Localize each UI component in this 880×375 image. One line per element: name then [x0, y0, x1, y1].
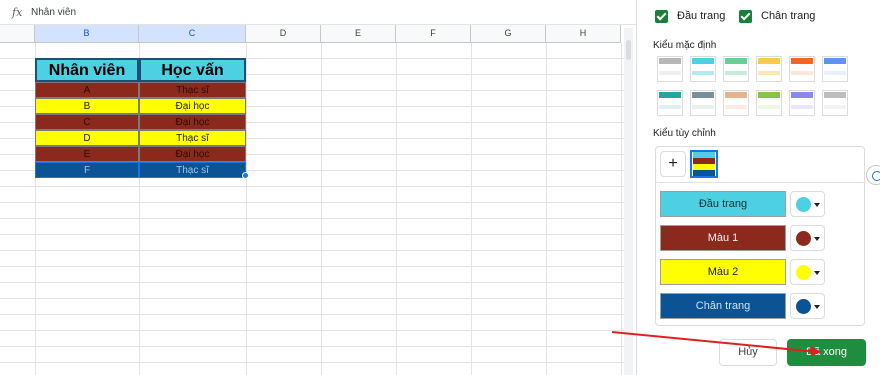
table-cell[interactable]: F	[35, 162, 139, 178]
header-checkbox[interactable]	[655, 10, 668, 23]
table-cell[interactable]: D	[35, 130, 139, 146]
column-header-g[interactable]: G	[471, 25, 546, 43]
chevron-down-icon	[814, 203, 820, 207]
preset-style-purple[interactable]	[789, 90, 815, 116]
color-row-color1: Màu 1	[660, 225, 860, 251]
color1-label: Màu 1	[660, 225, 786, 251]
fx-icon: fx	[12, 6, 23, 19]
preset-style-yellow[interactable]	[756, 56, 782, 82]
custom-style-box: + Đầu trang Màu 1 Màu 2 Chân trang	[655, 146, 865, 326]
color-row-header: Đầu trang	[660, 191, 860, 217]
table-cell[interactable]: Đại học	[139, 114, 246, 130]
footer-color-picker[interactable]	[790, 293, 825, 319]
preset-style-green[interactable]	[723, 56, 749, 82]
table-cell[interactable]: B	[35, 98, 139, 114]
footer-color-swatch	[796, 299, 811, 314]
table-cell[interactable]: Thạc sĩ	[139, 130, 246, 146]
color-row-footer: Chân trang	[660, 293, 860, 319]
chevron-down-icon	[814, 237, 820, 241]
chevron-down-icon	[814, 271, 820, 275]
color2-label: Màu 2	[660, 259, 786, 285]
selection-fill-handle[interactable]	[242, 172, 249, 179]
color2-picker[interactable]	[790, 259, 825, 285]
column-header-h[interactable]: H	[546, 25, 621, 43]
header-color-label: Đầu trang	[660, 191, 786, 217]
footer-checkbox-label: Chân trang	[761, 10, 816, 22]
column-header-d[interactable]: D	[246, 25, 321, 43]
custom-style-thumbnail[interactable]	[690, 150, 718, 178]
grid-vline	[396, 43, 397, 375]
grid-vline	[321, 43, 322, 375]
footer-color-label: Chân trang	[660, 293, 786, 319]
preset-style-cyan[interactable]	[690, 56, 716, 82]
header-cell-education[interactable]: Học vấn	[139, 58, 246, 82]
preset-style-lime[interactable]	[756, 90, 782, 116]
color1-picker[interactable]	[790, 225, 825, 251]
preset-style-teal[interactable]	[657, 90, 683, 116]
add-custom-style-button[interactable]: +	[660, 151, 686, 177]
preset-style-tan[interactable]	[723, 90, 749, 116]
corner-header[interactable]	[0, 25, 35, 43]
formula-bar[interactable]: fx Nhân viên	[0, 0, 636, 25]
chevron-down-icon	[814, 305, 820, 309]
cancel-button[interactable]: Hủy	[719, 339, 777, 366]
formula-value[interactable]: Nhân viên	[31, 7, 76, 18]
alternating-colors-panel: Đầu trang Chân trang Kiểu mặc định Kiểu …	[636, 0, 880, 375]
divider	[656, 182, 864, 183]
column-header-e[interactable]: E	[321, 25, 396, 43]
header-color-picker[interactable]	[790, 191, 825, 217]
scrollbar-thumb[interactable]	[626, 40, 631, 60]
preset-style-gray[interactable]	[657, 56, 683, 82]
header-color-swatch	[796, 197, 811, 212]
table-cell[interactable]: Đại học	[139, 98, 246, 114]
preset-style-orange[interactable]	[789, 56, 815, 82]
preset-style-blue[interactable]	[822, 56, 848, 82]
preset-style-silver[interactable]	[822, 90, 848, 116]
grid-vline	[621, 43, 622, 375]
default-styles-title: Kiểu mặc định	[653, 40, 717, 51]
vertical-scrollbar[interactable]	[624, 28, 633, 375]
preset-style-slate[interactable]	[690, 90, 716, 116]
color-row-color2: Màu 2	[660, 259, 860, 285]
table-cell[interactable]: Thạc sĩ	[139, 82, 246, 98]
side-panel-toggle-icon[interactable]	[866, 165, 880, 185]
custom-styles-title: Kiểu tùy chỉnh	[653, 128, 716, 139]
table-cell[interactable]: Thạc sĩ	[139, 162, 246, 178]
grid-vline	[471, 43, 472, 375]
grid-vline	[246, 43, 247, 375]
column-header-c[interactable]: C	[139, 25, 246, 43]
header-checkbox-label: Đầu trang	[677, 10, 726, 22]
column-header-b[interactable]: B	[35, 25, 139, 43]
grid-vline	[546, 43, 547, 375]
color2-swatch	[796, 265, 811, 280]
table-cell[interactable]: E	[35, 146, 139, 162]
header-cell-employee[interactable]: Nhân viên	[35, 58, 139, 82]
table-cell[interactable]: Đại học	[139, 146, 246, 162]
color1-swatch	[796, 231, 811, 246]
column-header-f[interactable]: F	[396, 25, 471, 43]
done-button[interactable]: Đã xong	[787, 339, 866, 366]
table-cell[interactable]: C	[35, 114, 139, 130]
table-cell[interactable]: A	[35, 82, 139, 98]
footer-checkbox[interactable]	[739, 10, 752, 23]
